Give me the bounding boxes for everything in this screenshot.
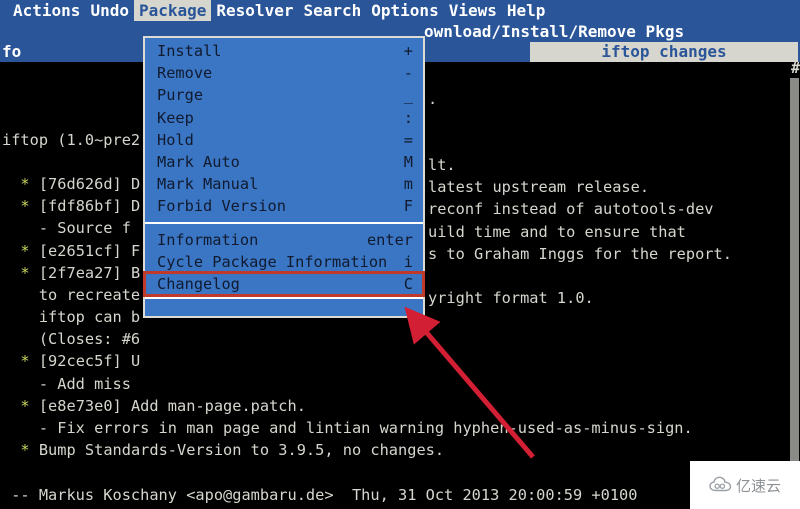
dropdown-group-actions: Install + Remove - Purge _ Keep: Hold = Mark Auto… bbox=[145, 38, 423, 218]
dropdown-item-label: Forbid Version bbox=[157, 197, 286, 216]
scrollbar-thumb[interactable] bbox=[790, 78, 799, 468]
dropdown-item-label: Changelog bbox=[157, 274, 240, 293]
dropdown-item-label: Cycle Package Information bbox=[157, 252, 388, 271]
dropdown-item-hold[interactable]: Hold = bbox=[145, 129, 423, 151]
dropdown-item-label: Mark Manual bbox=[157, 175, 259, 194]
changelog-line: * [e8e73e0] Add man-page.patch. bbox=[20, 396, 306, 415]
dropdown-item-cycle-package-information[interactable]: Cycle Package Information i bbox=[145, 251, 423, 273]
dropdown-item-label: Information bbox=[157, 230, 259, 249]
changelog-line-fragment: reconf instead of autotools-dev bbox=[428, 200, 714, 218]
dropdown-item-label: Mark Auto bbox=[157, 152, 240, 171]
menu-item-views[interactable]: Views bbox=[444, 0, 502, 21]
bullet-star-icon: * bbox=[20, 352, 30, 371]
tab-bar-left-fragment: fo bbox=[2, 42, 22, 61]
vertical-scrollbar[interactable]: # bbox=[789, 59, 800, 509]
dropdown-separator bbox=[145, 221, 423, 224]
bullet-star-icon: * bbox=[20, 174, 30, 193]
changelog-line: * [92cec5f] U bbox=[20, 352, 141, 371]
changelog-line-fragment: yright format 1.0. bbox=[428, 289, 594, 307]
bullet-star-icon: * bbox=[20, 396, 30, 415]
bullet-star-icon: * bbox=[20, 441, 30, 460]
changelog-line: -- Markus Koschany <apo@gambaru.de> Thu,… bbox=[2, 485, 638, 504]
changelog-line: - Fix errors in man page and lintian war… bbox=[2, 419, 693, 438]
menu-item-resolver[interactable]: Resolver bbox=[211, 0, 298, 21]
dropdown-item-label: Hold bbox=[157, 130, 194, 149]
bullet-star-icon: * bbox=[20, 263, 30, 282]
changelog-line: * Bump Standards-Version to 3.9.5, no ch… bbox=[20, 441, 445, 460]
dropdown-item-shortcut: = bbox=[403, 130, 413, 149]
watermark: 亿速云 bbox=[690, 461, 800, 509]
scrollbar-hash-marker: # bbox=[790, 59, 800, 77]
watermark-text: 亿速云 bbox=[735, 476, 781, 495]
menu-item-help[interactable]: Help bbox=[502, 0, 551, 21]
changelog-line bbox=[0, 461, 800, 483]
dropdown-item-keep[interactable]: Keep: bbox=[145, 107, 423, 129]
dropdown-item-remove[interactable]: Remove - bbox=[145, 62, 423, 84]
dropdown-item-shortcut: m bbox=[403, 175, 413, 194]
package-dropdown-menu[interactable]: Install + Remove - Purge _ Keep: Hold = Mark Auto… bbox=[143, 36, 425, 318]
tab-iftop-changes[interactable]: iftop changes bbox=[530, 42, 798, 62]
menu-item-package[interactable]: Package bbox=[133, 0, 212, 21]
dropdown-item-shortcut: C bbox=[403, 274, 413, 293]
dropdown-item-mark-auto[interactable]: Mark Auto M bbox=[145, 151, 423, 173]
dropdown-item-shortcut: enter bbox=[366, 230, 413, 249]
aptitude-terminal-screen: Actions Undo Package Resolver Search Opt… bbox=[0, 0, 800, 509]
dropdown-item-shortcut: F bbox=[403, 197, 413, 216]
changelog-line-fragment: s to Graham Inggs for the report. bbox=[428, 245, 732, 263]
changelog-line-fragment: uild time and to ensure that bbox=[428, 223, 686, 241]
changelog-line-fragment: latest upstream release. bbox=[428, 178, 650, 196]
dropdown-item-label: Purge bbox=[157, 86, 204, 105]
dropdown-item-changelog[interactable]: Changelog C bbox=[143, 270, 425, 298]
menu-item-undo[interactable]: Undo bbox=[85, 0, 134, 21]
dropdown-item-label: Remove bbox=[157, 64, 213, 83]
menu-item-actions[interactable]: Actions bbox=[8, 0, 85, 21]
dropdown-item-mark-manual[interactable]: Mark Manual m bbox=[145, 173, 423, 195]
dropdown-item-shortcut: - bbox=[403, 64, 413, 83]
dropdown-item-shortcut: i bbox=[403, 252, 413, 271]
menu-item-options[interactable]: Options bbox=[366, 0, 443, 21]
bullet-star-icon: * bbox=[20, 241, 30, 260]
bullet-star-icon: * bbox=[20, 197, 30, 216]
dropdown-item-install[interactable]: Install + bbox=[145, 40, 423, 62]
dropdown-separator-bottom bbox=[145, 297, 423, 300]
changelog-line: - Add miss bbox=[2, 374, 131, 393]
dropdown-item-purge[interactable]: Purge _ bbox=[145, 84, 423, 106]
dropdown-item-shortcut: M bbox=[403, 152, 413, 171]
menu-item-search[interactable]: Search bbox=[298, 0, 366, 21]
dropdown-group-information: Information enter Cycle Package Informatio… bbox=[143, 227, 425, 298]
menu-bar: Actions Undo Package Resolver Search Opt… bbox=[0, 0, 800, 21]
changelog-line-fragment: . bbox=[428, 90, 438, 108]
dropdown-item-label: Install bbox=[157, 42, 222, 60]
changelog-line-fragment: lt. bbox=[428, 156, 456, 174]
dropdown-item-shortcut: : bbox=[403, 108, 413, 127]
status-header-right: ownload/Install/Remove Pkgs bbox=[424, 22, 685, 41]
cloud-logo-icon bbox=[709, 476, 732, 492]
dropdown-item-shortcut: _ bbox=[403, 86, 413, 105]
dropdown-item-label: Keep bbox=[157, 108, 194, 127]
dropdown-item-forbid-version[interactable]: Forbid Version F bbox=[145, 195, 423, 217]
dropdown-item-information[interactable]: Information enter bbox=[145, 229, 423, 251]
changelog-line: (Closes: #6 bbox=[2, 330, 141, 349]
dropdown-item-shortcut: + bbox=[403, 42, 413, 60]
